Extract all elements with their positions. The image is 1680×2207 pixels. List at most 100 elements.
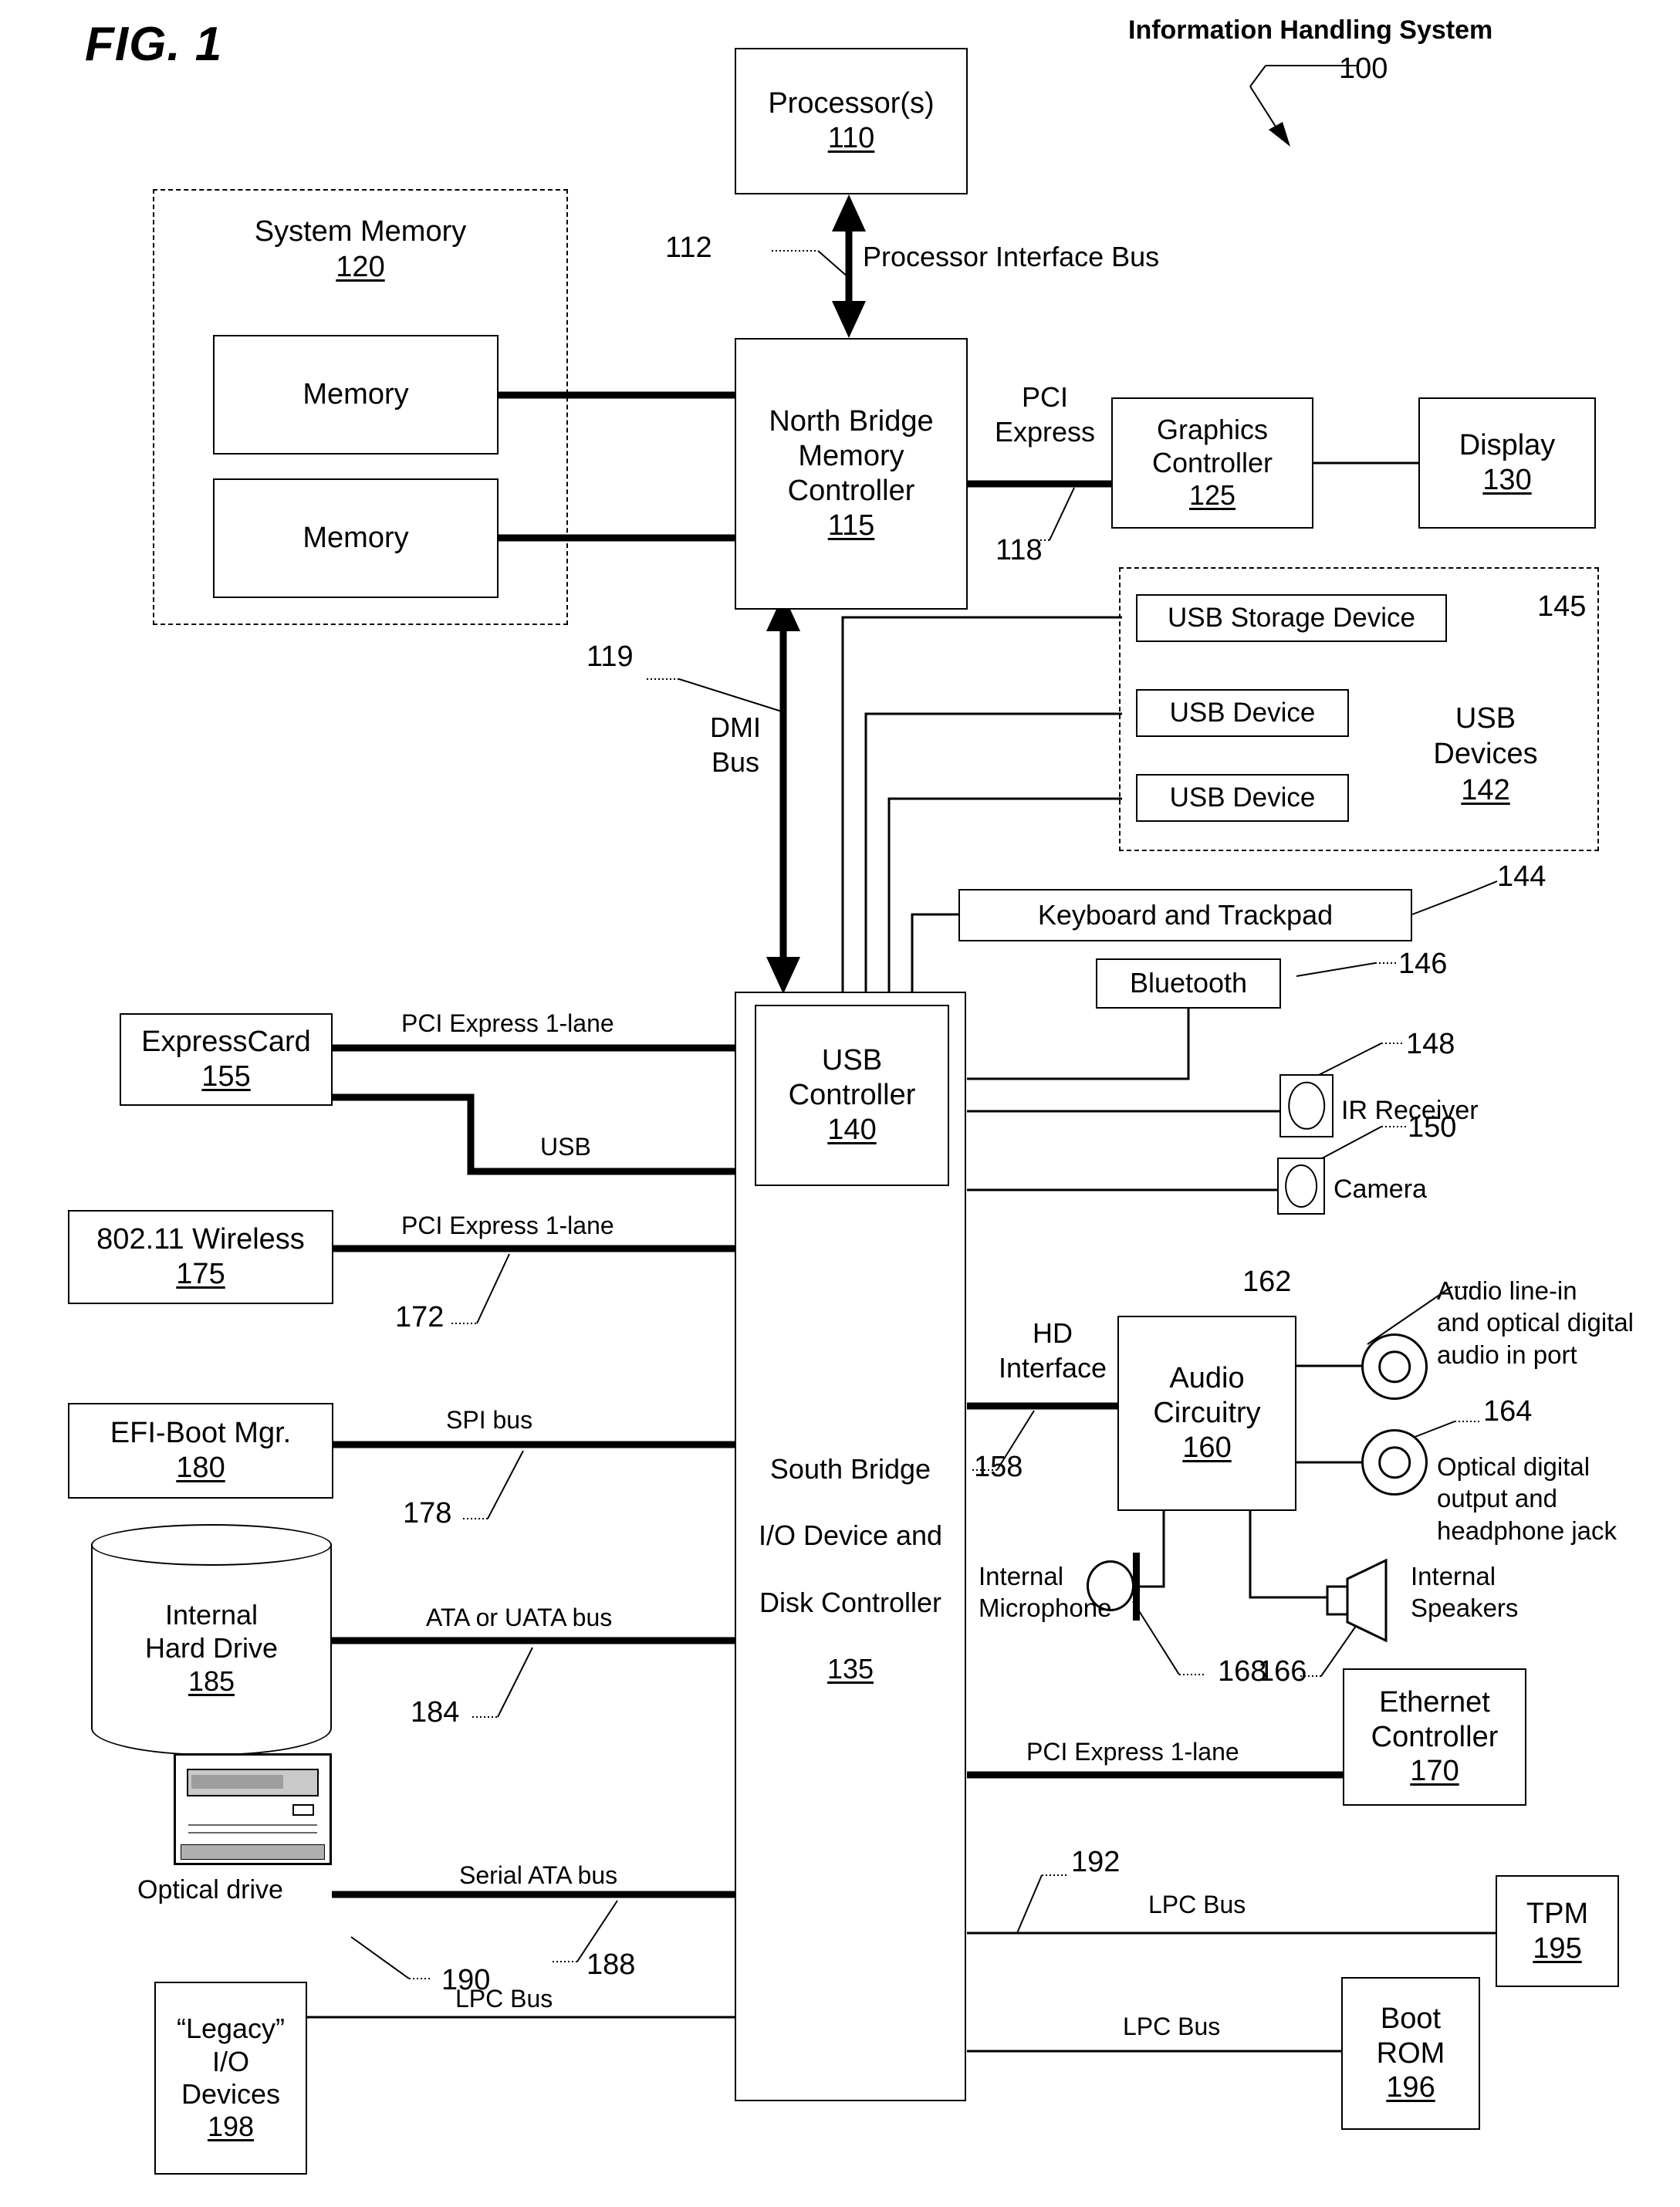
hard-drive-line-1: Internal [164,1599,259,1631]
ata-uata-bus-label: ATA or UATA bus [426,1604,613,1631]
system-memory-title: System Memory [254,215,467,248]
ref-145: 145 [1537,590,1587,623]
usb-storage-label: USB Storage Device [1168,603,1415,634]
tpm-block[interactable]: TPM 195 [1496,1875,1619,1987]
north-bridge-block[interactable]: North Bridge Memory Controller 115 [735,338,968,610]
north-bridge-line-2: Memory [798,440,904,473]
internal-speakers-icon [1326,1558,1388,1642]
audio-num: 160 [1182,1431,1232,1464]
usb-devices-label: USB Devices 142 [1397,701,1574,808]
expresscard-num: 155 [201,1060,251,1093]
optical-drive-label: Optical drive [137,1875,283,1905]
ref-162: 162 [1242,1266,1292,1298]
boot-rom-block[interactable]: Boot ROM 196 [1341,1977,1480,2130]
ref-100: 100 [1339,52,1388,85]
tpm-label: TPM [1526,1897,1589,1930]
ethernet-line-1: Ethernet [1379,1685,1490,1719]
spi-bus-label: SPI bus [446,1406,533,1434]
memory-block-1[interactable]: Memory [213,335,499,455]
north-bridge-num: 115 [827,509,875,542]
ref-184: 184 [411,1696,460,1729]
ref-164: 164 [1483,1395,1533,1428]
ref-119: 119 [586,640,634,673]
ethernet-line-2: Controller [1371,1720,1499,1753]
audio-line-2: Circuitry [1153,1397,1261,1430]
pcie-1lane-wireless-label: PCI Express 1-lane [401,1212,614,1239]
south-bridge-line-3: Disk Controller [759,1586,942,1618]
lpc-bus-tpm-label: LPC Bus [1148,1891,1246,1918]
south-bridge-line-2: I/O Device and [758,1519,943,1552]
processor-block[interactable]: Processor(s) 110 [735,48,968,194]
display-label: Display [1459,429,1556,462]
ref-178: 178 [403,1497,452,1529]
optical-drive-icon[interactable] [174,1753,332,1865]
dmi-bus-label: DMI Bus [710,711,761,778]
ref-112: 112 [665,232,712,264]
system-memory-label: System Memory 120 [153,215,568,285]
memory-2-label: Memory [303,522,409,555]
usb-device-1-label: USB Device [1169,698,1316,728]
expresscard-block[interactable]: ExpressCard 155 [120,1013,333,1106]
hd-interface-label: HD Interface [998,1317,1107,1384]
usb-devices-line-2: Devices [1433,738,1538,771]
graphics-line-2: Controller [1151,446,1273,478]
pcie-1lane-expresscard-label: PCI Express 1-lane [401,1009,614,1037]
keyboard-label: Keyboard and Trackpad [1037,898,1334,931]
graphics-controller-block[interactable]: Graphics Controller 125 [1111,397,1313,529]
system-memory-num: 120 [336,250,385,283]
usb-devices-num: 142 [1461,773,1510,806]
graphics-num: 125 [1188,479,1236,512]
lpc-bus-bootrom-label: LPC Bus [1123,2013,1221,2040]
ethernet-controller-block[interactable]: Ethernet Controller 170 [1343,1668,1526,1806]
memory-1-label: Memory [303,378,409,411]
lpc-bus-legacy-label: LPC Bus [455,1985,553,2013]
audio-line-in-label: Audio line-in and optical digital audio … [1437,1276,1634,1369]
usb-controller-block[interactable]: USB Controller 140 [755,1005,949,1186]
ref-158: 158 [974,1451,1023,1483]
efi-boot-label: EFI-Boot Mgr. [110,1417,292,1450]
ref-148: 148 [1406,1028,1455,1060]
usb-bus-label: USB [540,1133,591,1161]
camera-icon [1277,1158,1325,1215]
processor-num: 110 [827,122,875,154]
legacy-io-block[interactable]: “Legacy” I/O Devices 198 [154,1982,307,2175]
memory-block-2[interactable]: Memory [213,478,499,598]
display-block[interactable]: Display 130 [1418,397,1596,529]
ref-192: 192 [1071,1846,1121,1878]
bluetooth-label: Bluetooth [1129,967,1248,999]
usb-device-block-2[interactable]: USB Device [1136,774,1349,822]
ref-166: 166 [1258,1655,1307,1688]
ref-144: 144 [1497,860,1546,893]
display-num: 130 [1482,464,1532,496]
bluetooth-block[interactable]: Bluetooth [1096,958,1281,1009]
pcie-1lane-ethernet-label: PCI Express 1-lane [1026,1738,1239,1766]
processor-interface-bus-label: Processor Interface Bus [863,241,1160,272]
boot-rom-line-2: ROM [1376,2036,1445,2070]
wireless-block[interactable]: 802.11 Wireless 175 [68,1210,333,1304]
keyboard-trackpad-block[interactable]: Keyboard and Trackpad [958,889,1412,941]
usb-controller-line-2: Controller [788,1079,916,1112]
expresscard-label: ExpressCard [141,1026,311,1059]
boot-rom-num: 196 [1386,2071,1435,2104]
south-bridge-line-1: South Bridge [769,1453,931,1485]
usb-storage-device-block[interactable]: USB Storage Device [1136,594,1447,642]
tpm-num: 195 [1533,1932,1582,1965]
usb-devices-line-1: USB [1455,702,1516,735]
internal-microphone-label: Internal Microphone [979,1562,1112,1623]
usb-controller-num: 140 [827,1113,877,1146]
graphics-line-1: Graphics [1156,414,1269,446]
usb-device-2-label: USB Device [1169,782,1316,813]
internal-hard-drive-icon[interactable]: Internal Hard Drive 185 [91,1524,332,1756]
audio-line-in-jack-icon [1361,1333,1428,1400]
pci-express-label: PCI Express [994,381,1096,448]
system-title: Information Handling System [1128,15,1493,45]
ref-146: 146 [1398,948,1448,980]
north-bridge-line-3: Controller [787,475,915,507]
boot-rom-line-1: Boot [1380,2002,1442,2035]
usb-device-block-1[interactable]: USB Device [1136,689,1349,737]
audio-circuitry-block[interactable]: Audio Circuitry 160 [1117,1316,1296,1511]
efi-boot-mgr-block[interactable]: EFI-Boot Mgr. 180 [68,1403,333,1499]
legacy-io-line-3: Devices [181,2078,281,2110]
efi-boot-num: 180 [176,1452,225,1484]
serial-ata-bus-label: Serial ATA bus [459,1861,618,1889]
